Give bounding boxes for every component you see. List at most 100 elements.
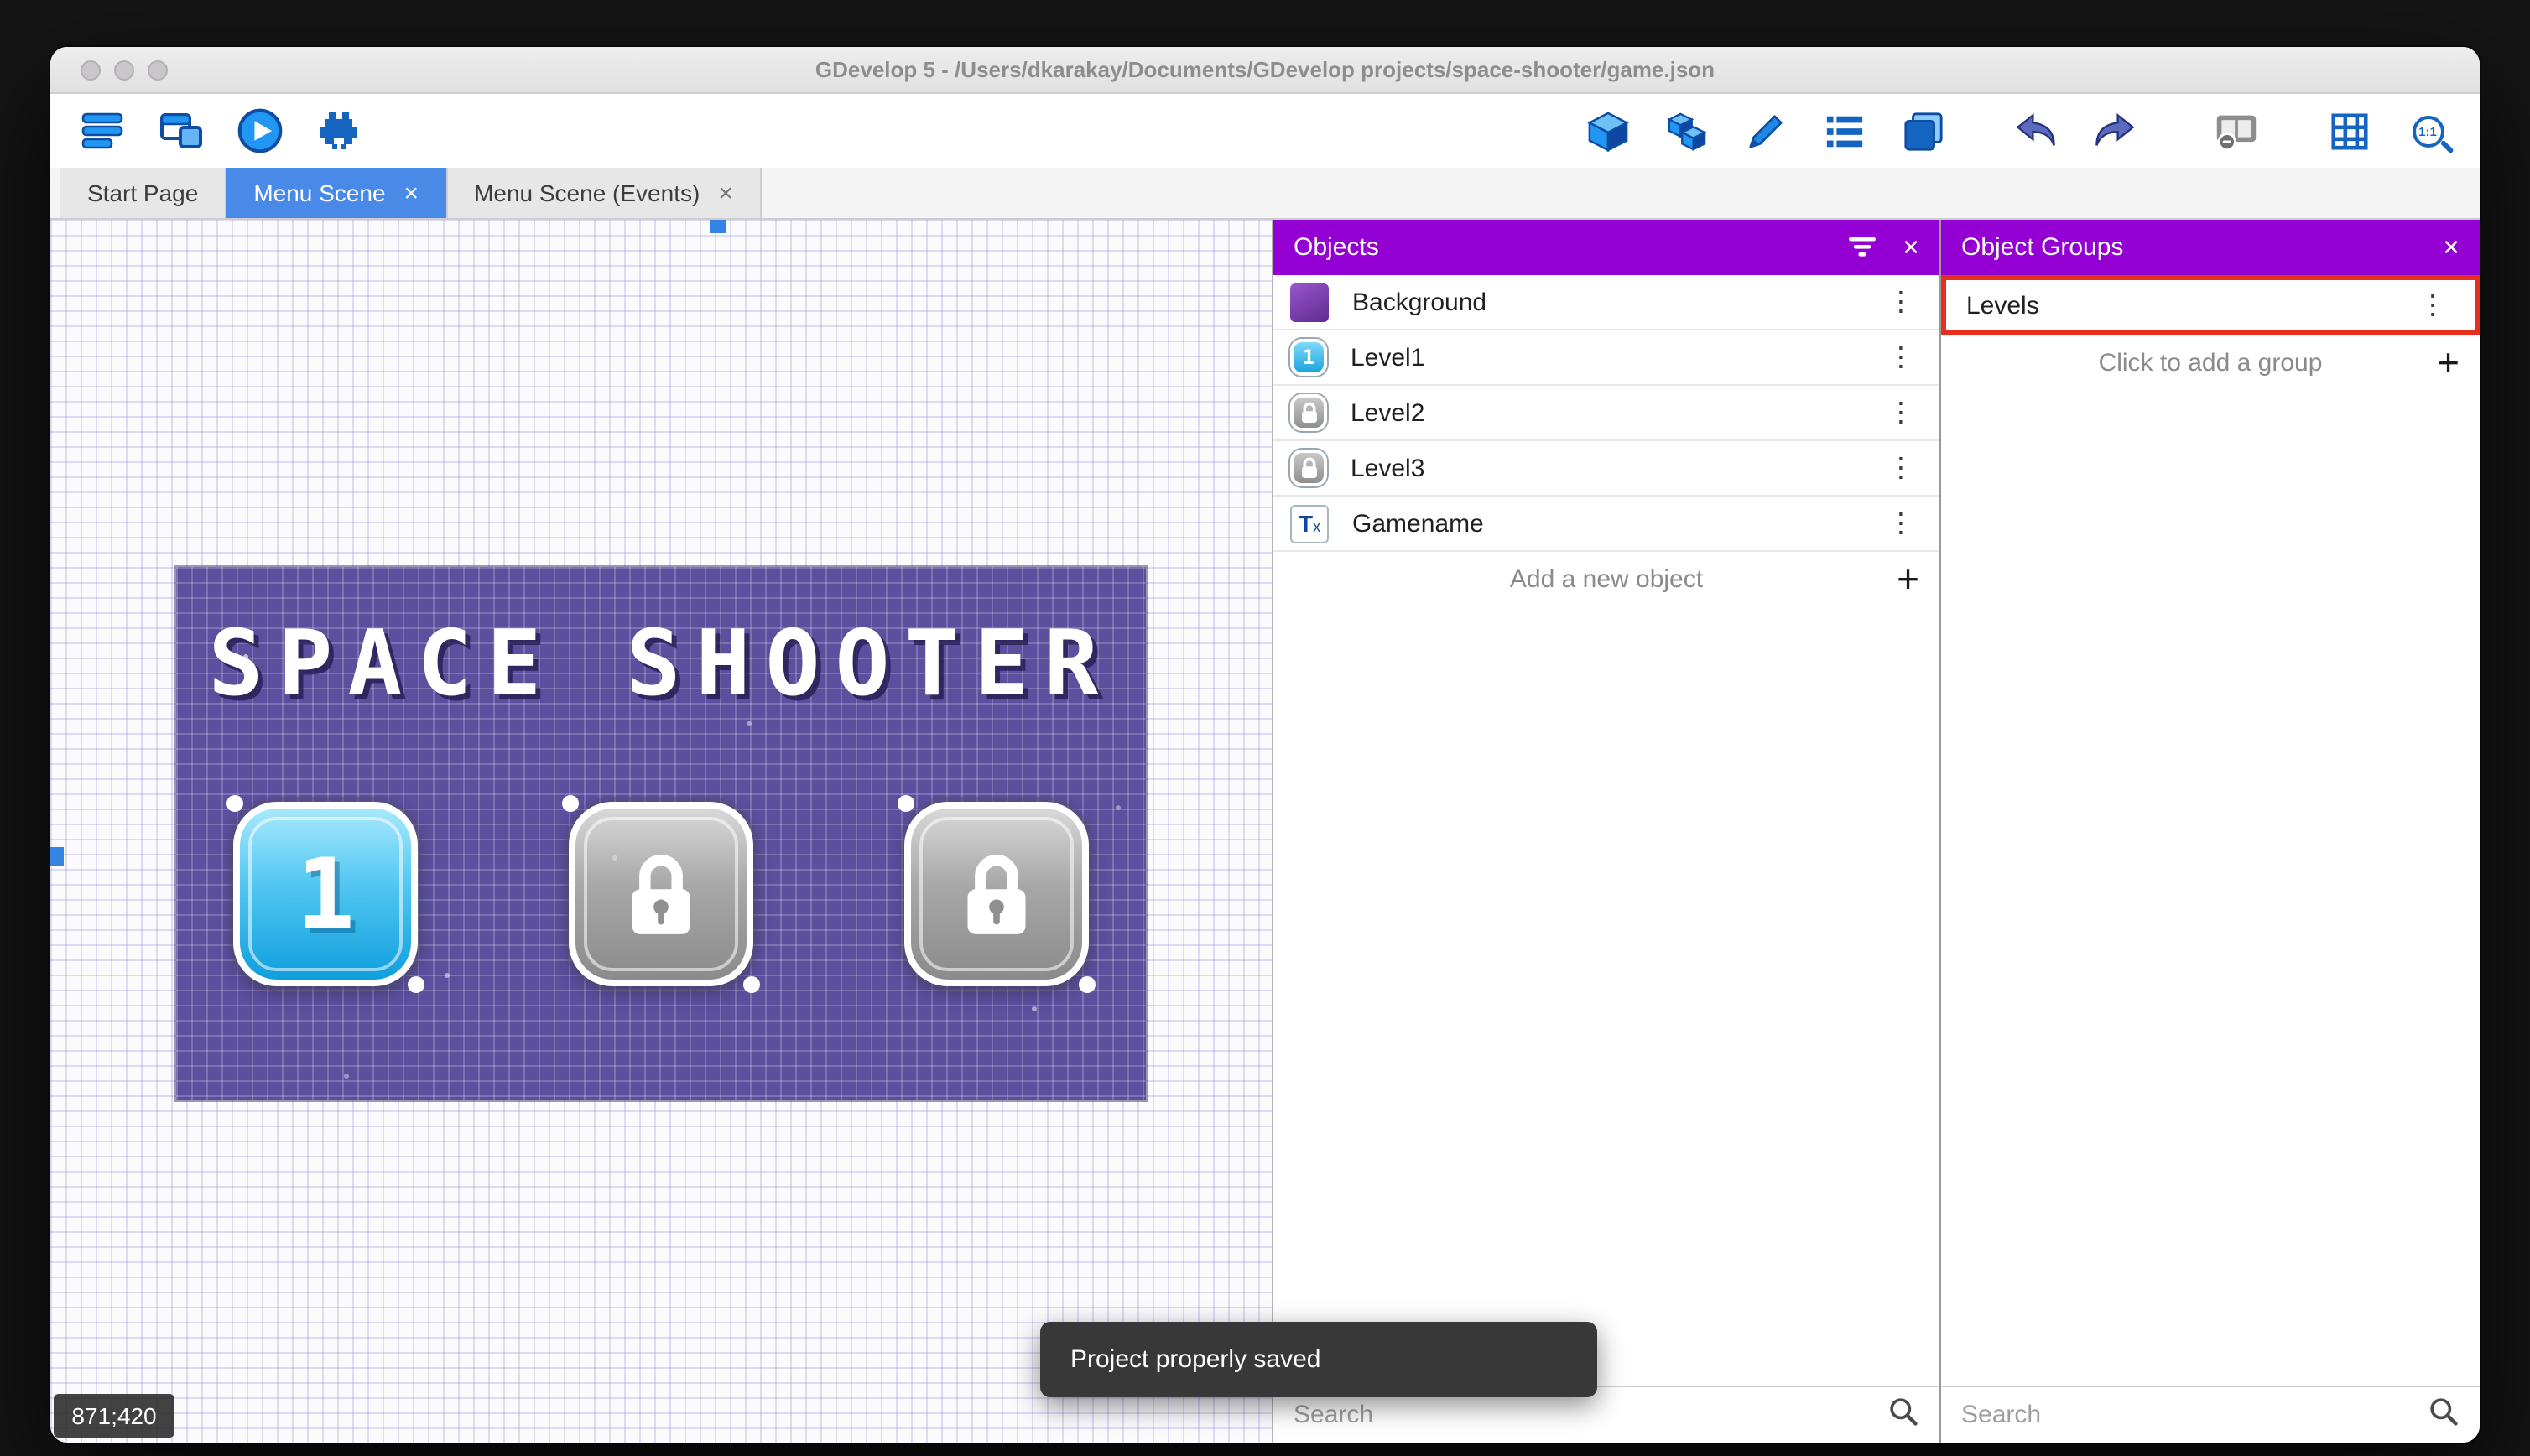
- object-groups-panel: Object Groups × Levels ⋮ Click to add a …: [1939, 220, 2480, 1443]
- tab-label: Start Page: [87, 179, 199, 206]
- object-menu-icon[interactable]: ⋮: [1879, 343, 1923, 371]
- canvas-scroll-handle-top[interactable]: [710, 220, 726, 233]
- text-object-icon: Tx: [1290, 504, 1329, 543]
- cursor-coordinates: 871;420: [54, 1394, 174, 1438]
- object-menu-icon[interactable]: ⋮: [1879, 288, 1923, 315]
- preview-play-button[interactable]: [232, 104, 289, 158]
- scene-canvas[interactable]: SPACE SHOOTER 1 871;420: [50, 220, 1272, 1443]
- toolbar-right-group: 1:1: [1579, 104, 2456, 158]
- objects-panel-empty-area: [1273, 607, 1939, 1386]
- group-menu-icon[interactable]: ⋮: [2411, 291, 2455, 319]
- object-row-level2[interactable]: Level2 ⋮: [1273, 386, 1939, 441]
- tab-bar: Start Page Menu Scene × Menu Scene (Even…: [50, 168, 2480, 220]
- group-name: Levels: [1966, 291, 2039, 320]
- properties-button[interactable]: [1736, 104, 1793, 158]
- preview-options-button[interactable]: [2208, 104, 2265, 158]
- redo-button[interactable]: [2085, 104, 2142, 158]
- groups-panel-empty-area: [1941, 389, 2480, 1386]
- scene-preview[interactable]: SPACE SHOOTER 1: [176, 567, 1146, 1100]
- close-window-button[interactable]: [81, 60, 101, 80]
- object-name: Level1: [1351, 343, 1425, 372]
- level-buttons-row: 1: [226, 795, 1096, 993]
- grid-icon: [2330, 112, 2367, 149]
- level2-button-sprite[interactable]: [562, 795, 760, 993]
- traffic-lights: [81, 47, 168, 92]
- zoom-1-1-icon: 1:1: [2412, 115, 2444, 147]
- debug-icon: [320, 112, 357, 149]
- screen: GDevelop 5 - /Users/dkarakay/Documents/G…: [0, 0, 2530, 1456]
- groups-panel-title: Object Groups: [1961, 233, 2124, 262]
- level3-object-icon: [1290, 450, 1327, 486]
- object-name: Level3: [1351, 454, 1425, 482]
- object-row-level3[interactable]: Level3 ⋮: [1273, 441, 1939, 497]
- toggle-grid-button[interactable]: [2320, 104, 2377, 158]
- tab-menu-scene[interactable]: Menu Scene ×: [226, 168, 448, 218]
- level1-object-icon: 1: [1290, 339, 1327, 376]
- toast-notification: Project properly saved: [1040, 1322, 1597, 1397]
- scene-title-text: SPACE SHOOTER: [208, 611, 1114, 716]
- object-cube-icon: [1586, 111, 1628, 152]
- objects-editor-button[interactable]: [1579, 104, 1636, 158]
- objects-panel-title: Objects: [1294, 233, 1379, 262]
- window-title: GDevelop 5 - /Users/dkarakay/Documents/G…: [815, 57, 1715, 82]
- text-icon-letter: T: [1298, 510, 1314, 537]
- groups-panel-header: Object Groups ×: [1941, 220, 2480, 275]
- close-tab-icon[interactable]: ×: [718, 180, 733, 205]
- add-object-row[interactable]: Add a new object +: [1273, 552, 1939, 607]
- undo-icon: [2015, 113, 2054, 147]
- project-manager-button[interactable]: [74, 104, 131, 158]
- undo-button[interactable]: [2007, 104, 2064, 158]
- minimize-window-button[interactable]: [114, 60, 134, 80]
- text-icon-sub: x: [1313, 518, 1321, 535]
- close-panel-icon[interactable]: ×: [2443, 233, 2460, 262]
- zoom-window-button[interactable]: [148, 60, 168, 80]
- tab-label: Menu Scene (Events): [474, 179, 700, 206]
- object-row-level1[interactable]: 1 Level1 ⋮: [1273, 330, 1939, 386]
- close-panel-icon[interactable]: ×: [1903, 233, 1919, 262]
- object-menu-icon[interactable]: ⋮: [1879, 509, 1923, 537]
- tab-start-page[interactable]: Start Page: [60, 168, 227, 218]
- play-icon: [237, 108, 283, 153]
- tab-label: Menu Scene: [253, 179, 386, 206]
- group-row-levels[interactable]: Levels ⋮: [1941, 275, 2480, 335]
- gdevelop-window: GDevelop 5 - /Users/dkarakay/Documents/G…: [50, 47, 2480, 1443]
- debug-button[interactable]: [310, 104, 367, 158]
- object-menu-icon[interactable]: ⋮: [1879, 398, 1923, 426]
- tab-menu-scene-events[interactable]: Menu Scene (Events) ×: [447, 168, 762, 218]
- editor-content: SPACE SHOOTER 1 871;420 Objects × Backgr…: [50, 220, 2480, 1443]
- canvas-scroll-handle-left[interactable]: [50, 847, 64, 866]
- search-icon[interactable]: [1887, 1395, 1919, 1435]
- groups-search-input[interactable]: [1961, 1401, 2414, 1429]
- level2-object-icon: [1290, 394, 1327, 431]
- add-object-label: Add a new object: [1509, 565, 1704, 594]
- instances-list-button[interactable]: [1815, 104, 1872, 158]
- pencil-icon: [1748, 114, 1782, 148]
- objects-search-input[interactable]: [1294, 1401, 1874, 1429]
- filter-objects-button[interactable]: [1849, 237, 1877, 258]
- object-name: Background: [1352, 288, 1487, 316]
- object-menu-icon[interactable]: ⋮: [1879, 454, 1923, 481]
- object-row-background[interactable]: Background ⋮: [1273, 275, 1939, 330]
- object-row-gamename[interactable]: Tx Gamename ⋮: [1273, 497, 1939, 552]
- film-strip-minus-icon: [2216, 115, 2257, 152]
- groups-search-bar: [1941, 1386, 2480, 1443]
- lock-icon: [967, 855, 1026, 934]
- level1-icon-number: 1: [1302, 346, 1315, 369]
- plus-icon[interactable]: +: [1897, 559, 1919, 599]
- object-name: Gamename: [1352, 509, 1484, 538]
- toast-message: Project properly saved: [1070, 1345, 1321, 1374]
- titlebar: GDevelop 5 - /Users/dkarakay/Documents/G…: [50, 47, 2480, 94]
- object-name: Level2: [1351, 398, 1425, 427]
- level1-button-sprite[interactable]: 1: [226, 795, 424, 993]
- close-tab-icon[interactable]: ×: [404, 180, 419, 205]
- plus-icon[interactable]: +: [2437, 342, 2460, 382]
- add-group-row[interactable]: Click to add a group +: [1941, 335, 2480, 389]
- layers-editor-button[interactable]: [1894, 104, 1951, 158]
- instances-list-icon: [1825, 115, 1862, 147]
- mini-lock-icon: [1301, 402, 1316, 423]
- level3-button-sprite[interactable]: [898, 795, 1096, 993]
- object-groups-editor-button[interactable]: [1658, 104, 1715, 158]
- scene-editor-button[interactable]: [153, 104, 210, 158]
- zoom-button[interactable]: 1:1: [2399, 104, 2456, 158]
- search-icon[interactable]: [2428, 1395, 2460, 1435]
